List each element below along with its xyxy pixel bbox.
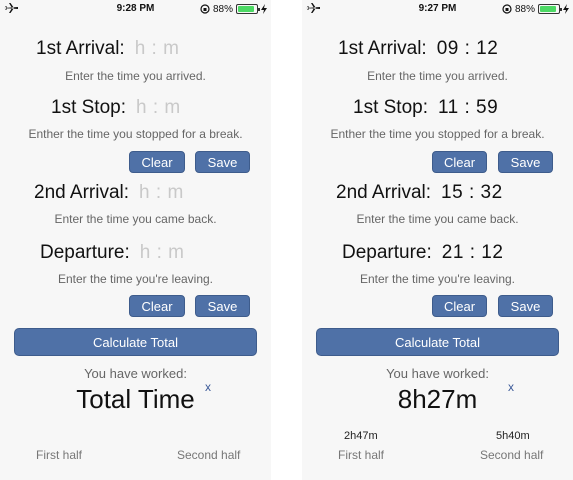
- first-stop-time-input[interactable]: h : m: [136, 97, 181, 119]
- departure-row: Departure: 21 : 12: [342, 242, 503, 264]
- calculate-total-button[interactable]: Calculate Total: [14, 328, 257, 356]
- status-bar: 9:28 PM 88%: [0, 0, 271, 18]
- first-arrival-row: 1st Arrival: h : m: [36, 38, 179, 60]
- first-stop-hint: Enther the time you stopped for a break.: [330, 127, 545, 141]
- first-stop-label: 1st Stop:: [353, 97, 428, 118]
- departure-label: Departure:: [40, 242, 130, 263]
- worked-label: You have worked:: [386, 366, 489, 381]
- departure-time-input[interactable]: 21 : 12: [442, 242, 504, 264]
- second-half-label: Second half: [177, 448, 241, 462]
- close-icon[interactable]: x: [205, 380, 211, 394]
- second-arrival-hint: Enter the time you came back.: [54, 212, 217, 226]
- departure-time-input[interactable]: h : m: [140, 242, 185, 264]
- total-time-value: Total Time: [76, 384, 195, 414]
- second-arrival-row: 2nd Arrival: 15 : 32: [336, 182, 503, 204]
- worked-label: You have worked:: [84, 366, 187, 381]
- screen-empty: 9:28 PM 88% 1st Arrival: h : m Enter the…: [0, 0, 271, 480]
- charging-bolt-icon: [563, 4, 569, 14]
- first-stop-row: 1st Stop: 11 : 59: [353, 97, 498, 119]
- first-stop-row: 1st Stop: h : m: [51, 97, 181, 119]
- save-button-second[interactable]: Save: [498, 295, 553, 317]
- departure-hint: Enter the time you're leaving.: [359, 272, 516, 286]
- first-arrival-hint: Enter the time you arrived.: [367, 69, 508, 83]
- battery-percent: 88%: [212, 3, 233, 15]
- second-arrival-hint: Enter the time you came back.: [356, 212, 519, 226]
- second-arrival-time-input[interactable]: h : m: [139, 182, 184, 204]
- first-stop-label: 1st Stop:: [51, 97, 126, 118]
- second-half-value: 5h40m: [496, 430, 530, 442]
- departure-hint: Enter the time you're leaving.: [57, 272, 214, 286]
- first-half-label: First half: [36, 448, 83, 462]
- calculate-total-button[interactable]: Calculate Total: [316, 328, 559, 356]
- clear-button-second[interactable]: Clear: [432, 295, 487, 317]
- first-arrival-hint: Enter the time you arrived.: [65, 69, 206, 83]
- battery-icon: [538, 4, 562, 14]
- departure-row: Departure: h : m: [40, 242, 185, 264]
- status-bar: 9:27 PM 88%: [302, 0, 573, 18]
- first-arrival-time-input[interactable]: h : m: [135, 38, 180, 60]
- close-icon[interactable]: x: [508, 380, 514, 394]
- second-arrival-label: 2nd Arrival:: [336, 182, 432, 203]
- first-stop-time-input[interactable]: 11 : 59: [438, 97, 498, 119]
- save-button-first[interactable]: Save: [195, 151, 250, 173]
- battery-icon: [236, 4, 260, 14]
- first-arrival-label: 1st Arrival:: [338, 38, 427, 59]
- second-arrival-time-input[interactable]: 15 : 32: [441, 182, 503, 204]
- first-half-label: First half: [338, 448, 385, 462]
- departure-label: Departure:: [342, 242, 432, 263]
- charging-bolt-icon: [261, 4, 267, 14]
- orientation-lock-icon: [200, 4, 210, 14]
- first-arrival-label: 1st Arrival:: [36, 38, 125, 59]
- second-half-label: Second half: [480, 448, 544, 462]
- first-arrival-row: 1st Arrival: 09 : 12: [338, 38, 498, 60]
- first-half-value: 2h47m: [344, 430, 378, 442]
- clear-button-first[interactable]: Clear: [432, 151, 487, 173]
- orientation-lock-icon: [502, 4, 512, 14]
- total-time-value: 8h27m: [397, 384, 478, 414]
- second-arrival-row: 2nd Arrival: h : m: [34, 182, 184, 204]
- clear-button-first[interactable]: Clear: [129, 151, 185, 173]
- save-button-second[interactable]: Save: [195, 295, 250, 317]
- clear-button-second[interactable]: Clear: [129, 295, 185, 317]
- save-button-first[interactable]: Save: [498, 151, 553, 173]
- battery-percent: 88%: [514, 3, 535, 15]
- second-arrival-label: 2nd Arrival:: [34, 182, 130, 203]
- first-stop-hint: Enther the time you stopped for a break.: [28, 127, 243, 141]
- screen-filled: 9:27 PM 88% 1st Arrival: 09 : 12 Enter t…: [302, 0, 573, 480]
- first-arrival-time-input[interactable]: 09 : 12: [437, 38, 499, 60]
